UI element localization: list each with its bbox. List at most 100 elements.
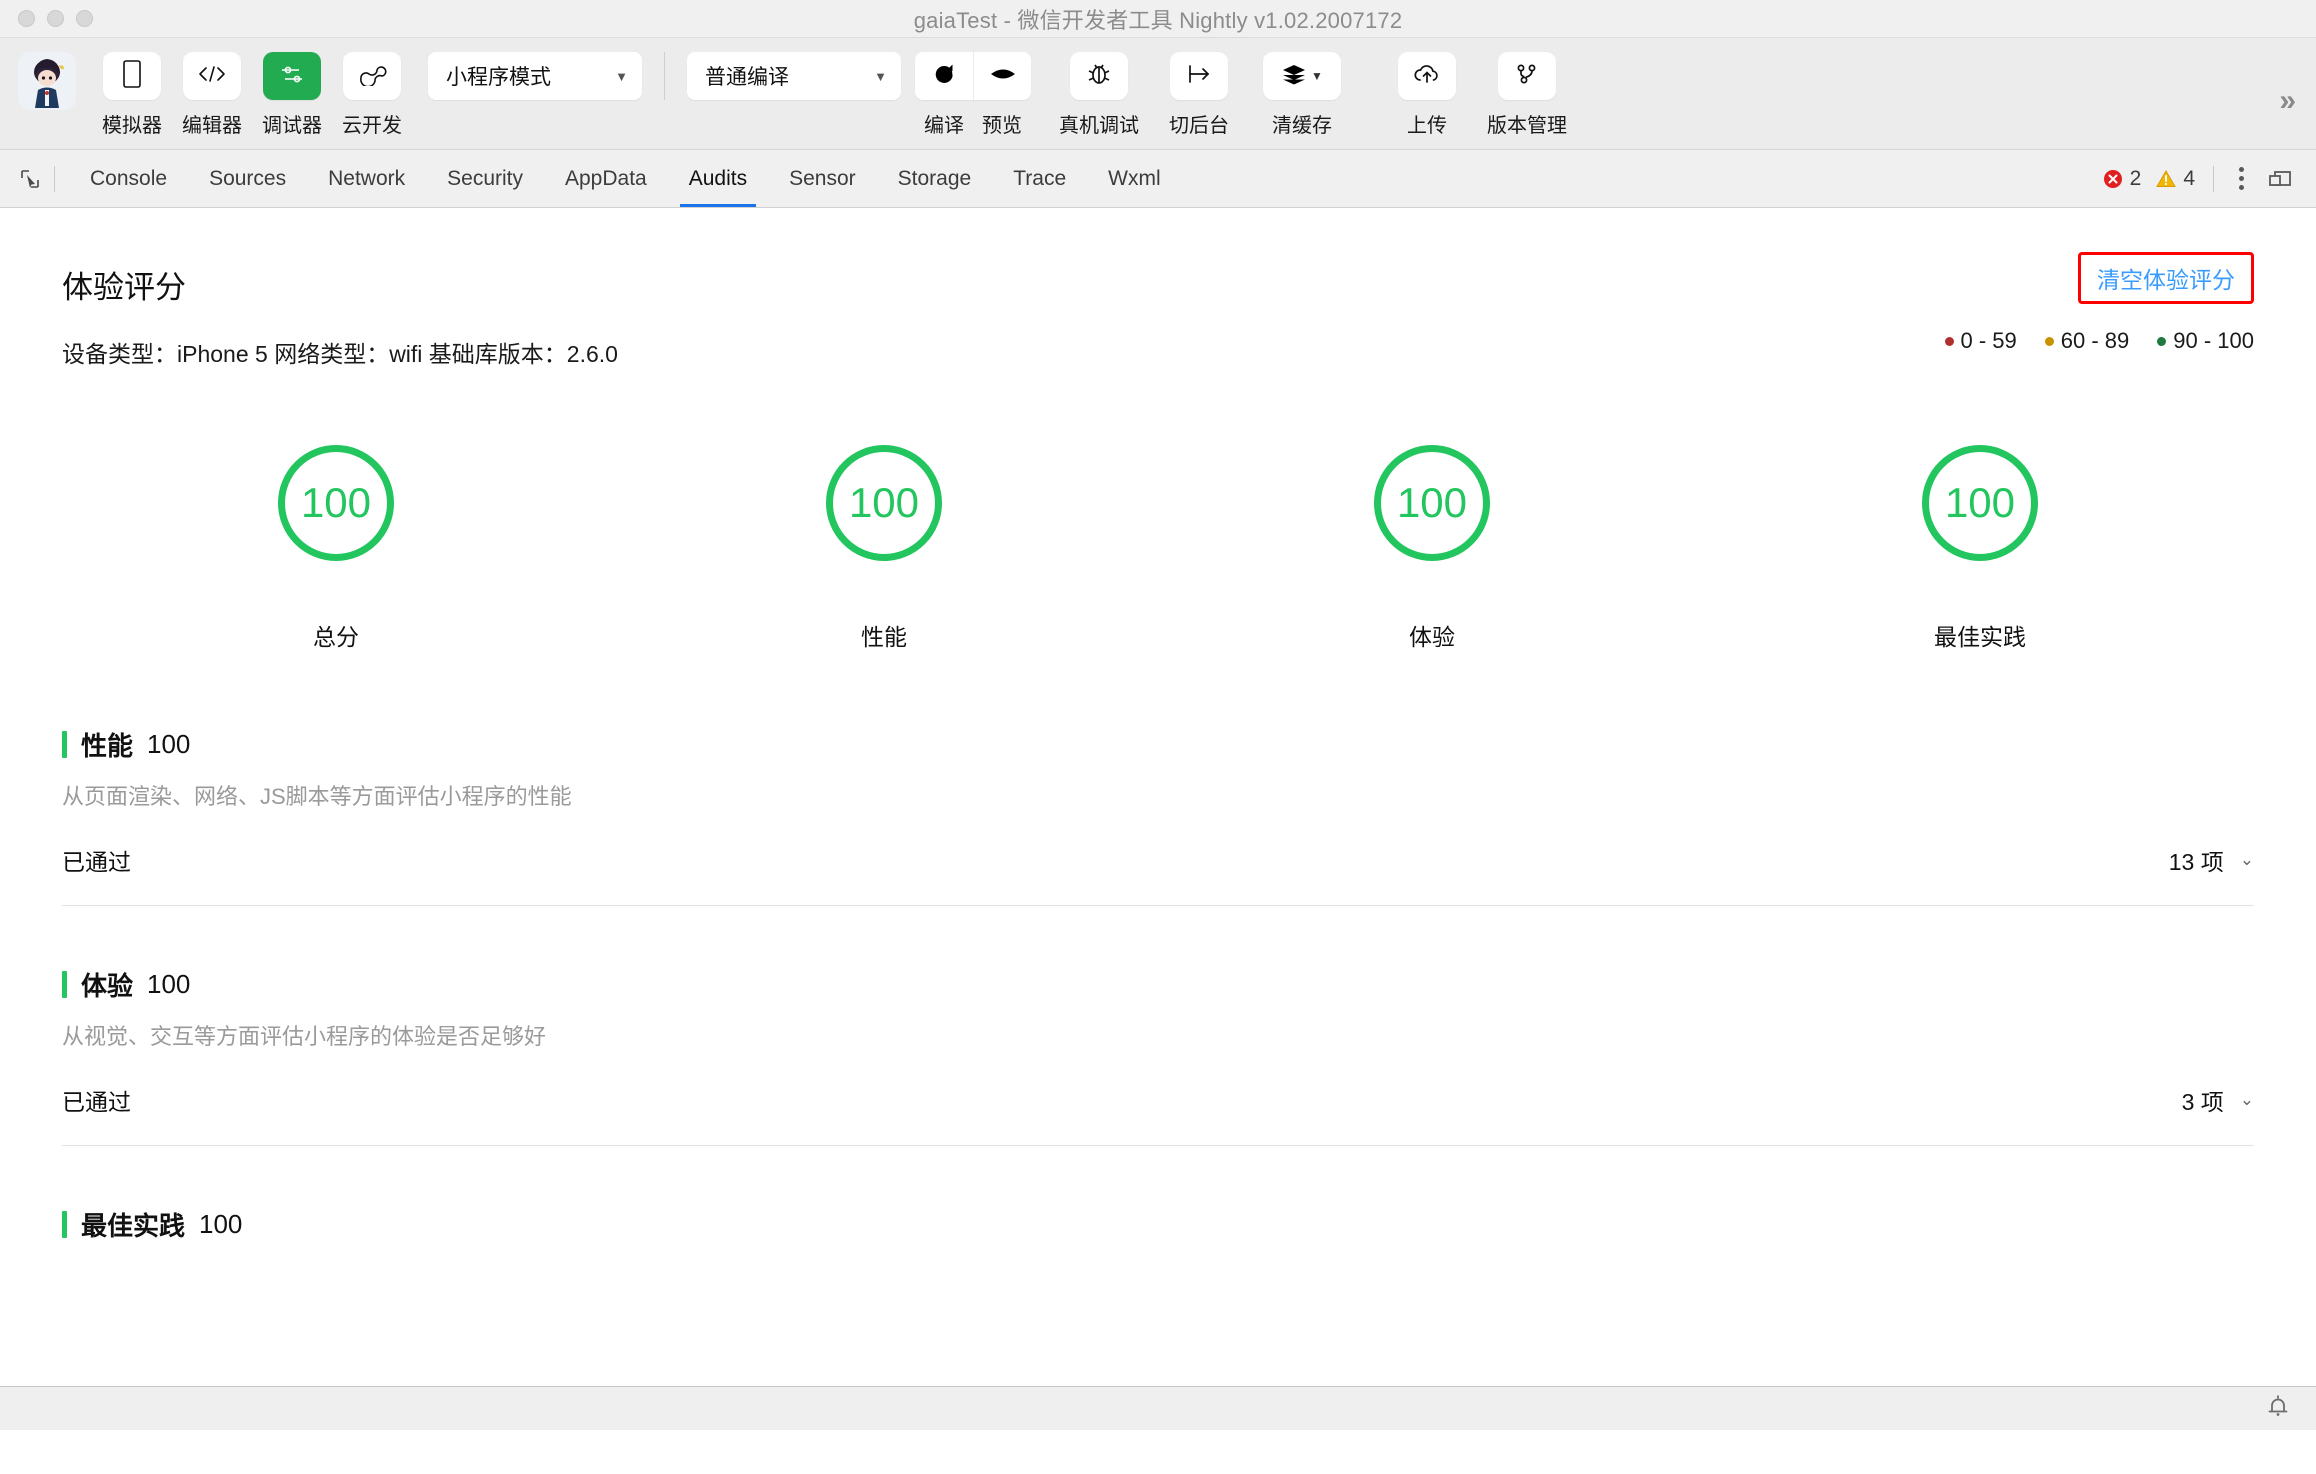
clouddev-chip[interactable]: [343, 52, 401, 100]
tab-appdata[interactable]: AppData: [544, 150, 668, 207]
clear-score-button[interactable]: 清空体验评分: [2097, 267, 2235, 293]
clear-score-annotation: 清空体验评分: [2078, 252, 2254, 304]
score-ring: 100: [278, 445, 394, 561]
score-caption: 体验: [1409, 618, 1455, 652]
remote-debug-chip[interactable]: [1070, 52, 1128, 100]
legend-label-mid: 60 - 89: [2061, 328, 2130, 354]
compile-select-value: 普通编译: [705, 61, 789, 91]
score-caption: 最佳实践: [1934, 618, 2026, 652]
kebab-menu-icon[interactable]: [2224, 167, 2258, 190]
score-ring: 100: [1374, 445, 1490, 561]
section-accent-bar: [62, 731, 67, 758]
tab-storage[interactable]: Storage: [877, 150, 993, 207]
toolbar-item-clouddev-label: 云开发: [342, 109, 402, 138]
error-count-badge[interactable]: 2: [2102, 167, 2156, 191]
chevron-down-icon: ▼: [1311, 69, 1323, 83]
toolbar-item-remote-debug[interactable]: 真机调试: [1049, 52, 1149, 138]
toolbar-item-simulator[interactable]: 模拟器: [92, 52, 172, 138]
tab-audits[interactable]: Audits: [668, 150, 768, 207]
legend-label-low: 0 - 59: [1961, 328, 2017, 354]
score-caption: 性能: [861, 618, 907, 652]
compile-preview-group: 编译 预览: [915, 52, 1031, 138]
section-status: 已通过: [62, 1083, 131, 1117]
section-description: 从视觉、交互等方面评估小程序的体验是否足够好: [62, 1019, 2254, 1051]
score-value: 100: [1945, 479, 2015, 527]
upload-chip[interactable]: [1398, 52, 1456, 100]
toolbar-item-upload-label: 上传: [1407, 109, 1447, 138]
code-icon: [196, 63, 228, 90]
legend-item-low: 0 - 59: [1945, 328, 2017, 354]
inspect-cursor-icon[interactable]: [10, 161, 50, 197]
toolbar-divider: [664, 52, 665, 100]
tab-trace[interactable]: Trace: [992, 150, 1087, 207]
score-value: 100: [1397, 479, 1467, 527]
section-score: 100: [147, 729, 190, 760]
compile-select[interactable]: 普通编译 ▼: [687, 52, 901, 100]
section-row[interactable]: 已通过 3 项 ⌄: [62, 1083, 2254, 1146]
audit-meta: 设备类型：iPhone 5 网络类型：wifi 基础库版本：2.6.0: [62, 335, 2254, 369]
mode-select[interactable]: 小程序模式 ▼: [428, 52, 642, 100]
toolbar-overflow-button[interactable]: »: [2279, 84, 2298, 118]
warning-count-badge[interactable]: 4: [2155, 167, 2209, 191]
version-chip[interactable]: [1498, 52, 1556, 100]
toolbar-item-debugger[interactable]: 调试器: [252, 52, 332, 138]
compile-button[interactable]: [915, 52, 973, 100]
devtools-tabs: Console Sources Network Security AppData…: [69, 150, 1182, 207]
audit-section-experience: 体验 100 从视觉、交互等方面评估小程序的体验是否足够好 已通过 3 项 ⌄: [62, 956, 2254, 1146]
git-branch-icon: [1515, 62, 1539, 91]
status-bar: [0, 1386, 2316, 1430]
simulator-chip[interactable]: [103, 52, 161, 100]
chevron-down-icon[interactable]: ⌄: [2240, 850, 2254, 870]
dock-panel-icon[interactable]: [2258, 168, 2302, 190]
background-chip[interactable]: [1170, 52, 1228, 100]
legend-dot-red-icon: [1945, 337, 1954, 346]
preview-button-label: 预览: [973, 109, 1031, 138]
window-title-bar: gaiaTest - 微信开发者工具 Nightly v1.02.2007172: [0, 0, 2316, 38]
section-score: 100: [199, 1209, 242, 1240]
preview-button[interactable]: [973, 52, 1031, 100]
tab-sensor[interactable]: Sensor: [768, 150, 877, 207]
tab-security[interactable]: Security: [426, 150, 544, 207]
editor-chip[interactable]: [183, 52, 241, 100]
phone-icon: [121, 59, 143, 94]
audits-panel: 体验评分 设备类型：iPhone 5 网络类型：wifi 基础库版本：2.6.0…: [0, 208, 2316, 1430]
refresh-icon: [931, 61, 957, 92]
section-row[interactable]: 已通过 13 项 ⌄: [62, 843, 2254, 906]
background-icon: [1185, 63, 1213, 90]
toolbar-item-editor[interactable]: 编辑器: [172, 52, 252, 138]
devtools-bar-right: 2 4: [2102, 166, 2302, 192]
toolbar-item-upload[interactable]: 上传: [1377, 52, 1477, 138]
eye-icon: [989, 64, 1017, 89]
user-avatar[interactable]: [18, 52, 76, 110]
audit-section-performance: 性能 100 从页面渲染、网络、JS脚本等方面评估小程序的性能 已通过 13 项…: [62, 716, 2254, 906]
tab-console[interactable]: Console: [69, 150, 188, 207]
clearcache-chip[interactable]: ▼: [1263, 52, 1341, 100]
page-title: 体验评分: [62, 262, 2254, 307]
chevron-down-icon[interactable]: ⌄: [2240, 1090, 2254, 1110]
tab-wxml[interactable]: Wxml: [1087, 150, 1181, 207]
section-count-group[interactable]: 3 项 ⌄: [2182, 1083, 2254, 1117]
section-title: 体验: [81, 966, 133, 1003]
section-accent-bar: [62, 971, 67, 998]
score-ring: 100: [826, 445, 942, 561]
legend-dot-yellow-icon: [2045, 337, 2054, 346]
legend-item-mid: 60 - 89: [2045, 328, 2130, 354]
toolbar-item-version-label: 版本管理: [1487, 109, 1567, 138]
toolbar-item-clearcache[interactable]: ▼ 清缓存: [1249, 52, 1355, 138]
toolbar-item-remote-debug-label: 真机调试: [1059, 109, 1139, 138]
tab-network[interactable]: Network: [307, 150, 426, 207]
section-count-group[interactable]: 13 项 ⌄: [2169, 843, 2254, 877]
tab-sources[interactable]: Sources: [188, 150, 307, 207]
section-header: 体验 100: [62, 966, 2254, 1003]
compile-preview-segment[interactable]: [915, 52, 1031, 100]
chevron-down-icon: ▼: [874, 69, 887, 84]
bell-icon[interactable]: [2266, 1393, 2290, 1424]
toolbar-item-clouddev[interactable]: 云开发: [332, 52, 412, 138]
score-card-performance: 100 性能: [610, 445, 1158, 652]
toolbar-item-version[interactable]: 版本管理: [1477, 52, 1577, 138]
toolbar-item-background[interactable]: 切后台: [1149, 52, 1249, 138]
sliders-icon: [279, 63, 305, 90]
section-header: 性能 100: [62, 726, 2254, 763]
debugger-chip[interactable]: [263, 52, 321, 100]
section-header: 最佳实践 100: [62, 1206, 2254, 1243]
